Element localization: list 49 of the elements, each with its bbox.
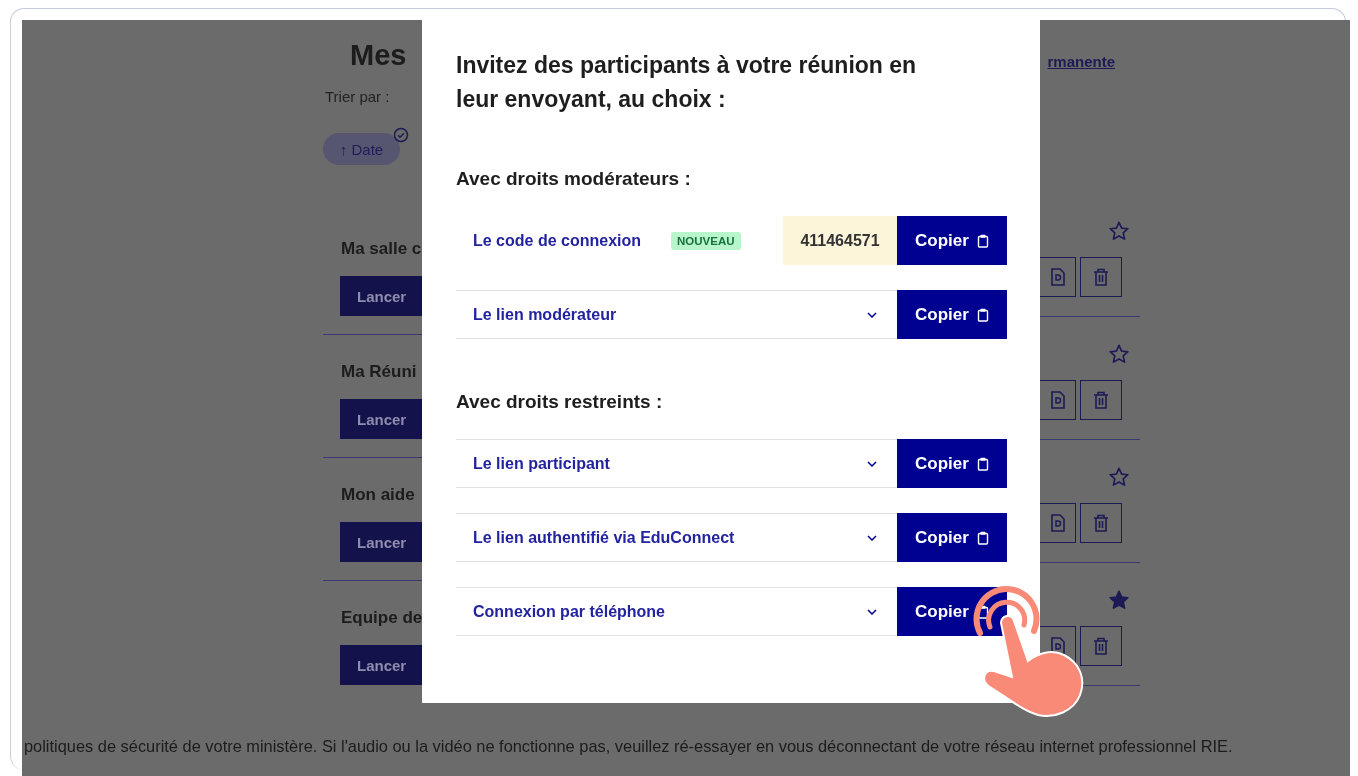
chevron-down-icon — [867, 311, 877, 318]
clipboard-icon — [976, 307, 989, 322]
star-icon[interactable] — [1108, 466, 1130, 488]
document-icon — [1049, 637, 1066, 655]
trash-icon — [1093, 268, 1109, 286]
copy-button[interactable]: Copier — [897, 290, 1007, 339]
launch-button[interactable]: Lancer — [340, 522, 422, 562]
link-dropdown[interactable]: Le lien authentifié via EduConnect — [456, 513, 897, 562]
star-icon[interactable] — [1108, 589, 1130, 611]
chevron-down-icon — [867, 460, 877, 467]
chevron-down-icon — [867, 534, 877, 541]
meeting-title: Mon aide — [341, 485, 416, 505]
star-icon[interactable] — [1108, 343, 1130, 365]
trash-icon — [1093, 391, 1109, 409]
dialog-title: Invitez des participants à votre réunion en leur envoyant, au choix : — [456, 51, 918, 114]
clipboard-icon — [976, 233, 989, 248]
section-heading: Avec droits modérateurs : — [456, 168, 692, 190]
clipboard-icon — [976, 530, 989, 545]
star-icon[interactable] — [1108, 220, 1130, 242]
copy-button[interactable]: Copier — [897, 439, 1007, 488]
document-icon — [1049, 514, 1066, 532]
delete-button[interactable] — [1080, 503, 1122, 543]
launch-button[interactable]: Lancer — [340, 276, 422, 316]
meeting-title: Equipe de — [341, 608, 422, 628]
trash-icon — [1093, 637, 1109, 655]
page-title: Mes — [350, 38, 408, 72]
code-label: Le code de connexion — [473, 231, 642, 250]
new-badge: NOUVEAU — [671, 231, 741, 250]
check-circle-icon — [393, 127, 409, 143]
link-dropdown[interactable]: Le lien modérateur — [456, 290, 897, 339]
connection-code: 411464571 — [783, 216, 897, 265]
meeting-title: Ma Réuni — [341, 362, 418, 382]
copy-button[interactable]: Copier — [897, 216, 1007, 265]
delete-button[interactable] — [1080, 380, 1122, 420]
document-icon — [1049, 391, 1066, 409]
launch-button[interactable]: Lancer — [340, 645, 422, 685]
launch-button[interactable]: Lancer — [340, 399, 422, 439]
link-dropdown[interactable]: Connexion par téléphone — [456, 587, 897, 636]
sort-label: Trier par : — [325, 88, 391, 106]
clipboard-icon — [976, 456, 989, 471]
meeting-title: Ma salle c — [341, 239, 422, 259]
copy-button[interactable]: Copier — [897, 513, 1007, 562]
delete-button[interactable] — [1080, 257, 1122, 297]
footer-notice: politiques de sécurité de votre ministère. Si l'audio ou la vidéo ne fonctionne pas, veuillez ré-essayer en vous déconnectant de votre réseau internet professionnel RIE. — [23, 737, 1234, 756]
document-icon — [1049, 268, 1066, 286]
link-dropdown[interactable]: Le lien participant — [456, 439, 897, 488]
trash-icon — [1093, 514, 1109, 532]
section-heading: Avec droits restreints : — [456, 391, 664, 413]
chevron-down-icon — [867, 608, 877, 615]
